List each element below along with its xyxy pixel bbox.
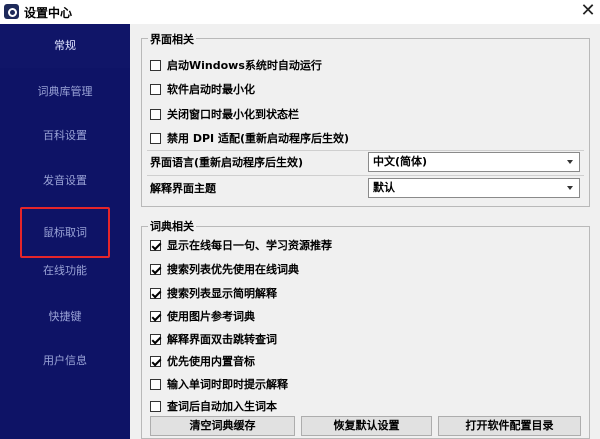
- sidebar-item-pronunciation[interactable]: 发音设置: [0, 159, 130, 203]
- app-logo-icon: [4, 4, 19, 19]
- checkbox-row[interactable]: 显示在线每日一句、学习资源推荐: [150, 236, 332, 254]
- language-select[interactable]: 中文(简体): [368, 152, 580, 172]
- checkbox-autostart[interactable]: [150, 59, 161, 71]
- checkbox-row[interactable]: 优先使用内置音标: [150, 352, 255, 370]
- checkbox-label: 解释界面双击跳转查词: [167, 333, 277, 346]
- checkbox-label: 输入单词时即时提示解释: [167, 378, 288, 391]
- clear-cache-button[interactable]: 清空词典缓存: [150, 416, 295, 436]
- close-icon[interactable]: ✕: [578, 1, 598, 21]
- theme-select[interactable]: 默认: [368, 178, 580, 198]
- sidebar-item-shortcuts[interactable]: 快捷键: [0, 295, 130, 339]
- checkbox-label: 关闭窗口时最小化到状态栏: [167, 108, 299, 121]
- sidebar-item-online-features[interactable]: 在线功能: [0, 249, 130, 293]
- checkbox-brief-explanation[interactable]: [150, 287, 161, 299]
- checkbox-daily-sentence[interactable]: [150, 239, 161, 251]
- divider: [147, 150, 584, 151]
- checkbox-row[interactable]: 输入单词时即时提示解释: [150, 375, 288, 393]
- checkbox-minimize-to-tray[interactable]: [150, 108, 161, 120]
- checkbox-label: 启动Windows系统时自动运行: [167, 59, 322, 72]
- checkbox-disable-dpi[interactable]: [150, 132, 161, 144]
- checkbox-label: 优先使用内置音标: [167, 355, 255, 368]
- ui-settings-group-title: 界面相关: [148, 31, 196, 47]
- checkbox-double-click-lookup[interactable]: [150, 333, 161, 345]
- checkbox-row[interactable]: 软件启动时最小化: [150, 80, 255, 98]
- checkbox-row[interactable]: 搜索列表显示简明解释: [150, 284, 277, 302]
- checkbox-label: 搜索列表优先使用在线词典: [167, 263, 299, 276]
- checkbox-instant-hint[interactable]: [150, 378, 161, 390]
- theme-select-value: 默认: [373, 181, 395, 194]
- divider: [147, 175, 584, 176]
- checkbox-row[interactable]: 关闭窗口时最小化到状态栏: [150, 105, 299, 123]
- checkbox-label: 软件启动时最小化: [167, 83, 255, 96]
- theme-label: 解释界面主题: [150, 182, 216, 195]
- checkbox-label: 搜索列表显示简明解释: [167, 287, 277, 300]
- chevron-down-icon: [567, 186, 573, 190]
- restore-default-button[interactable]: 恢复默认设置: [301, 416, 432, 436]
- checkbox-row[interactable]: 解释界面双击跳转查词: [150, 330, 277, 348]
- checkbox-label: 使用图片参考词典: [167, 310, 255, 323]
- sidebar-item-general[interactable]: 常规: [0, 24, 130, 68]
- checkbox-label: 查词后自动加入生词本: [167, 400, 277, 413]
- checkbox-row[interactable]: 查词后自动加入生词本: [150, 397, 277, 415]
- open-config-dir-button[interactable]: 打开软件配置目录: [438, 416, 581, 436]
- window-title: 设置中心: [24, 6, 73, 20]
- dictionary-settings-group-title: 词典相关: [148, 218, 196, 234]
- checkbox-row[interactable]: 禁用 DPI 适配(重新启动程序后生效): [150, 129, 349, 147]
- sidebar-item-dictionary-library[interactable]: 词典库管理: [0, 70, 130, 114]
- checkbox-prefer-online-dict[interactable]: [150, 263, 161, 275]
- checkbox-label: 显示在线每日一句、学习资源推荐: [167, 239, 332, 252]
- checkbox-auto-add-wordbook[interactable]: [150, 400, 161, 412]
- checkbox-row[interactable]: 使用图片参考词典: [150, 307, 255, 325]
- checkbox-row[interactable]: 搜索列表优先使用在线词典: [150, 260, 299, 278]
- checkbox-row[interactable]: 启动Windows系统时自动运行: [150, 56, 322, 74]
- chevron-down-icon: [567, 160, 573, 164]
- sidebar: 常规 词典库管理 百科设置 发音设置 鼠标取词 在线功能 快捷键 用户信息: [0, 24, 130, 439]
- checkbox-builtin-phonetics[interactable]: [150, 355, 161, 367]
- language-select-value: 中文(简体): [373, 155, 428, 168]
- checkbox-start-minimized[interactable]: [150, 83, 161, 95]
- sidebar-item-encyclopedia[interactable]: 百科设置: [0, 114, 130, 158]
- sidebar-item-user-info[interactable]: 用户信息: [0, 339, 130, 383]
- language-label: 界面语言(重新启动程序后生效): [150, 156, 304, 169]
- title-bar: 设置中心 ✕: [0, 0, 600, 24]
- checkbox-image-dict[interactable]: [150, 310, 161, 322]
- checkbox-label: 禁用 DPI 适配(重新启动程序后生效): [167, 132, 349, 145]
